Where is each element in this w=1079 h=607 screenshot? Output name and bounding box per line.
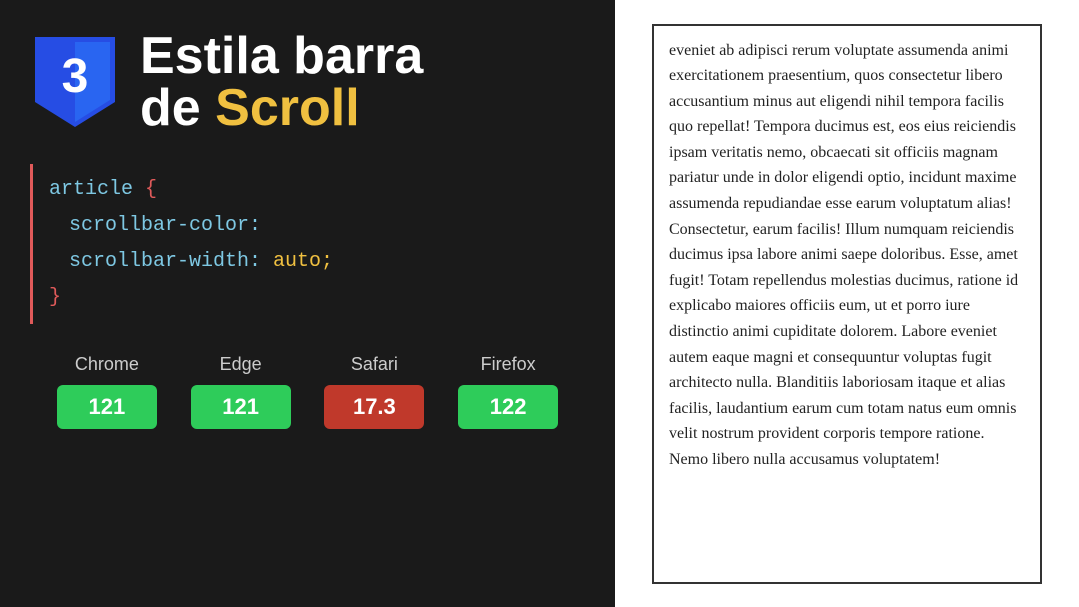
code-selector: article xyxy=(49,178,133,201)
compat-header-safari: Safari xyxy=(324,354,424,375)
compat-versions: 121 121 17.3 122 xyxy=(40,385,575,429)
code-line-property2: scrollbar-width: auto; xyxy=(49,244,569,280)
code-brace-close: } xyxy=(49,280,569,316)
code-block: article { scrollbar-color: scrollbar-wid… xyxy=(30,164,585,324)
compat-badge-safari: 17.3 xyxy=(324,385,424,429)
compat-badge-chrome: 121 xyxy=(57,385,157,429)
code-property1: scrollbar-color: xyxy=(69,208,569,244)
title-line1: Estila barra xyxy=(140,30,423,82)
compat-header-firefox: Firefox xyxy=(458,354,558,375)
scroll-text: eveniet ab adipisci rerum voluptate assu… xyxy=(669,38,1025,473)
css3-shield-icon: 3 xyxy=(30,32,120,132)
compat-table: Chrome Edge Safari Firefox 121 121 17.3 … xyxy=(30,354,585,429)
code-brace-open: { xyxy=(145,178,157,201)
title-text: Estila barra de Scroll xyxy=(140,30,423,134)
header-section: 3 Estila barra de Scroll xyxy=(30,30,423,134)
compat-header-chrome: Chrome xyxy=(57,354,157,375)
title-line2: de Scroll xyxy=(140,82,423,134)
code-property2: scrollbar-width: xyxy=(69,250,261,273)
svg-text:3: 3 xyxy=(62,50,89,103)
compat-header-edge: Edge xyxy=(191,354,291,375)
compat-header: Chrome Edge Safari Firefox xyxy=(40,354,575,375)
scroll-box[interactable]: eveniet ab adipisci rerum voluptate assu… xyxy=(652,24,1042,584)
compat-badge-edge: 121 xyxy=(191,385,291,429)
code-line-selector: article { xyxy=(49,172,569,208)
code-value2: auto; xyxy=(273,250,333,273)
right-panel: eveniet ab adipisci rerum voluptate assu… xyxy=(615,0,1079,607)
compat-badge-firefox: 122 xyxy=(458,385,558,429)
left-panel: 3 Estila barra de Scroll article { scrol… xyxy=(0,0,615,607)
